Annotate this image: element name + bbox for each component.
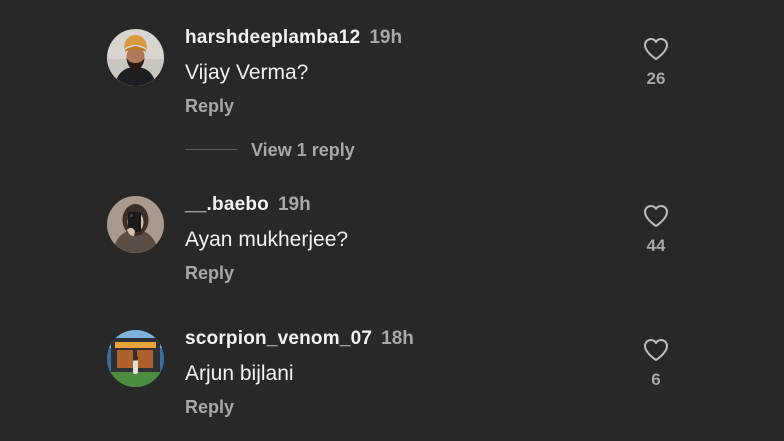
heart-icon[interactable] — [643, 204, 669, 228]
view-replies-label: View 1 reply — [251, 140, 355, 160]
like-count: 44 — [646, 236, 666, 255]
reply-button[interactable]: Reply — [185, 262, 234, 284]
comments-screen: harshdeeplamba12 19h Vijay Verma? Reply 2… — [0, 0, 784, 441]
username[interactable]: scorpion_venom_07 — [185, 328, 372, 349]
timestamp: 19h — [369, 27, 403, 48]
like-count: 6 — [651, 370, 661, 389]
avatar[interactable] — [107, 330, 164, 387]
view-replies-divider — [185, 149, 237, 150]
comment-text: Vijay Verma? — [185, 61, 309, 84]
like-area: 44 — [630, 204, 682, 256]
username[interactable]: __.baebo — [185, 194, 269, 215]
like-area: 26 — [630, 37, 682, 89]
reply-button[interactable]: Reply — [185, 95, 234, 117]
profile-photo-man-turban-icon — [107, 29, 164, 86]
comment-text: Ayan mukherjee? — [185, 228, 349, 251]
comment-meta: scorpion_venom_07 18h — [185, 328, 414, 350]
heart-icon[interactable] — [643, 37, 669, 61]
like-count: 26 — [646, 69, 666, 88]
profile-photo-mirror-selfie-icon — [107, 196, 164, 253]
comment-meta: __.baebo 19h — [185, 194, 311, 216]
comment-meta: harshdeeplamba12 19h — [185, 27, 402, 49]
timestamp: 19h — [277, 194, 311, 215]
like-area: 6 — [630, 338, 682, 390]
username[interactable]: harshdeeplamba12 — [185, 27, 360, 48]
comment-text: Arjun bijlani — [185, 362, 294, 385]
avatar[interactable] — [107, 196, 164, 253]
reply-button[interactable]: Reply — [185, 396, 234, 418]
timestamp: 18h — [381, 328, 414, 349]
profile-photo-storefront-icon — [107, 330, 164, 387]
heart-icon[interactable] — [643, 338, 669, 362]
avatar[interactable] — [107, 29, 164, 86]
